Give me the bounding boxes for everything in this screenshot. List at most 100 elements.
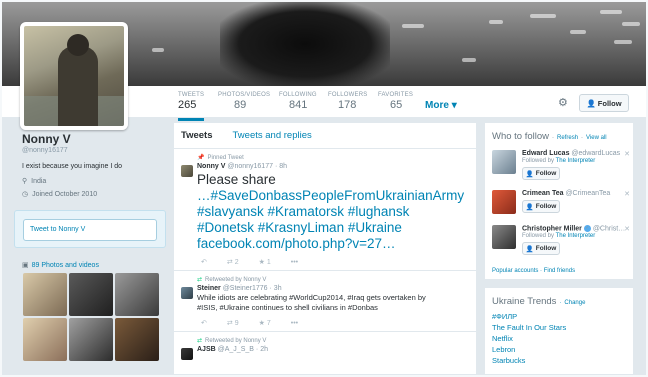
- trend-item[interactable]: Netflix: [485, 333, 633, 344]
- profile-handle[interactable]: @nonny16177: [22, 147, 166, 154]
- tweet-to-input[interactable]: Tweet to Nonny V: [23, 219, 157, 241]
- suggestion-avatar[interactable]: [492, 150, 516, 174]
- tweet-text: While idiots are celebrating #WorldCup20…: [197, 293, 468, 313]
- location-text: India: [31, 177, 47, 185]
- followed-by: Followed by The Interpreter: [522, 158, 630, 164]
- tweet[interactable]: ⇄ Retweeted by Nonny V AJSB @A_J_S_B · 2…: [174, 332, 476, 360]
- tweet-author[interactable]: Nonny V: [197, 163, 225, 170]
- photo-thumbnail[interactable]: [115, 273, 159, 316]
- tweet-line-hashtags[interactable]: #slavyansk #Kramatorsk #lughansk: [197, 204, 468, 220]
- gear-icon[interactable]: ⚙: [558, 97, 570, 109]
- close-icon[interactable]: ✕: [624, 225, 630, 233]
- change-link[interactable]: Change: [564, 300, 585, 306]
- stat-label: FOLLOWING: [279, 92, 317, 98]
- tweet-avatar[interactable]: [181, 348, 193, 360]
- tweet-author[interactable]: AJSB: [197, 346, 216, 353]
- close-icon[interactable]: ✕: [624, 150, 630, 158]
- retweet-action[interactable]: ⇄ 2: [227, 258, 239, 266]
- more-icon[interactable]: •••: [291, 259, 298, 266]
- follow-label: Follow: [535, 170, 557, 177]
- follow-label: Follow: [597, 98, 622, 108]
- followed-by-link[interactable]: The Interpreter: [556, 158, 596, 164]
- tab-tweets[interactable]: Tweets: [181, 130, 213, 141]
- tweet-time[interactable]: 8h: [279, 163, 287, 170]
- profile-name[interactable]: Nonny V: [22, 132, 166, 146]
- trend-item[interactable]: #ФИЛР: [485, 311, 633, 322]
- tweet-avatar[interactable]: [181, 287, 193, 299]
- profile-avatar[interactable]: [20, 22, 128, 130]
- photo-thumbnail[interactable]: [69, 273, 113, 316]
- follow-button[interactable]: 👤 Follow: [522, 242, 560, 256]
- photo-thumbnail[interactable]: [23, 318, 67, 361]
- more-menu[interactable]: More ▾: [425, 100, 457, 111]
- tweet-time[interactable]: 2h: [260, 346, 268, 353]
- more-icon[interactable]: •••: [291, 320, 298, 327]
- follow-label: Follow: [535, 245, 557, 253]
- find-friends-link[interactable]: Find friends: [544, 268, 575, 274]
- tweet-line: Please share: [197, 172, 276, 187]
- photos-header-text: 89 Photos and videos: [31, 261, 99, 269]
- tweet-header: Nonny V @nonny16177 · 8h: [197, 163, 288, 170]
- suggestion-handle: @Christ…: [592, 225, 626, 233]
- follow-label: Follow: [535, 203, 557, 210]
- stat-tweets[interactable]: TWEETS 265: [178, 92, 205, 121]
- tweet-author[interactable]: Steiner: [197, 285, 221, 292]
- suggestion-name[interactable]: Edward Lucas: [522, 150, 569, 157]
- timeline-tabs: Tweets Tweets and replies: [174, 123, 476, 149]
- stat-following[interactable]: FOLLOWING 841: [279, 92, 317, 111]
- photo-grid: [23, 273, 161, 361]
- follow-button[interactable]: 👤 Follow: [522, 200, 560, 213]
- banner-streak: [530, 14, 556, 18]
- stat-value: 89: [234, 99, 247, 111]
- tab-tweets-and-replies[interactable]: Tweets and replies: [233, 130, 312, 141]
- view-all-link[interactable]: View all: [586, 135, 607, 141]
- retweet-icon: ⇄: [197, 277, 203, 283]
- tweet[interactable]: 📌 Pinned Tweet Nonny V @nonny16177 · 8h …: [174, 149, 476, 271]
- tweet[interactable]: ⇄ Retweeted by Nonny V Steiner @Steiner1…: [174, 271, 476, 332]
- followed-by-link[interactable]: The Interpreter: [556, 233, 596, 239]
- stat-followers[interactable]: FOLLOWERS 178: [328, 92, 367, 111]
- trend-item[interactable]: The Fault In Our Stars: [485, 322, 633, 333]
- camera-icon: ▣: [22, 262, 29, 269]
- context-text: Retweeted by Nonny V: [205, 337, 267, 344]
- tweet-link[interactable]: facebook.com/photo.php?v=27…: [197, 236, 468, 252]
- trends-header: Ukraine Trends · Change: [492, 296, 586, 307]
- popular-accounts-link[interactable]: Popular accounts: [492, 268, 538, 274]
- favorite-action[interactable]: ★ 7: [259, 319, 271, 327]
- close-icon[interactable]: ✕: [624, 190, 630, 198]
- tweet-line-hashtags[interactable]: #Donetsk #KrasnyLiman #Ukraine: [197, 220, 468, 236]
- banner-streak: [402, 24, 424, 28]
- stat-label: FAVORITES: [378, 92, 414, 98]
- tweet-time[interactable]: 3h: [274, 285, 282, 292]
- retweet-count: 9: [234, 320, 239, 327]
- tweet-avatar[interactable]: [181, 165, 193, 177]
- context-text: Pinned Tweet: [207, 154, 244, 161]
- tweet-line-hashtags[interactable]: …#SaveDonbassPeopleFromUkrainianArmy: [197, 188, 468, 204]
- reply-icon[interactable]: ↶: [201, 319, 207, 327]
- favorite-action[interactable]: ★ 1: [259, 258, 271, 266]
- banner-streak: [614, 40, 632, 44]
- retweet-action[interactable]: ⇄ 9: [227, 319, 239, 327]
- suggestion-avatar[interactable]: [492, 225, 516, 249]
- tweet-context: ⇄ Retweeted by Nonny V: [197, 276, 468, 284]
- follow-button[interactable]: 👤 Follow: [579, 94, 629, 112]
- suggestion-name[interactable]: Crimean Tea: [522, 190, 564, 197]
- photo-thumbnail[interactable]: [69, 318, 113, 361]
- photo-thumbnail[interactable]: [115, 318, 159, 361]
- suggestion-name-line: Christopher Miller ✓ @Christ…: [522, 225, 630, 232]
- suggestion-name[interactable]: Christopher Miller: [522, 225, 582, 232]
- trend-item[interactable]: Starbucks: [485, 355, 633, 366]
- reply-icon[interactable]: ↶: [201, 258, 207, 266]
- follow-button[interactable]: 👤 Follow: [522, 167, 560, 180]
- trends-title: Ukraine Trends: [492, 296, 557, 307]
- refresh-link[interactable]: Refresh: [557, 135, 578, 141]
- favorite-count: 7: [266, 320, 271, 327]
- suggestion-avatar[interactable]: [492, 190, 516, 214]
- photo-thumbnail[interactable]: [23, 273, 67, 316]
- photos-header[interactable]: ▣ 89 Photos and videos: [22, 261, 99, 270]
- stat-photos-videos[interactable]: PHOTOS/VIDEOS 89: [218, 92, 270, 111]
- twitter-profile-page: TWEETS 265 PHOTOS/VIDEOS 89 FOLLOWING 84…: [2, 2, 646, 375]
- suggestion-handle: @CrimeanTea: [565, 190, 611, 197]
- trend-item[interactable]: Lebron: [485, 344, 633, 355]
- stat-favorites[interactable]: FAVORITES 65: [378, 92, 413, 111]
